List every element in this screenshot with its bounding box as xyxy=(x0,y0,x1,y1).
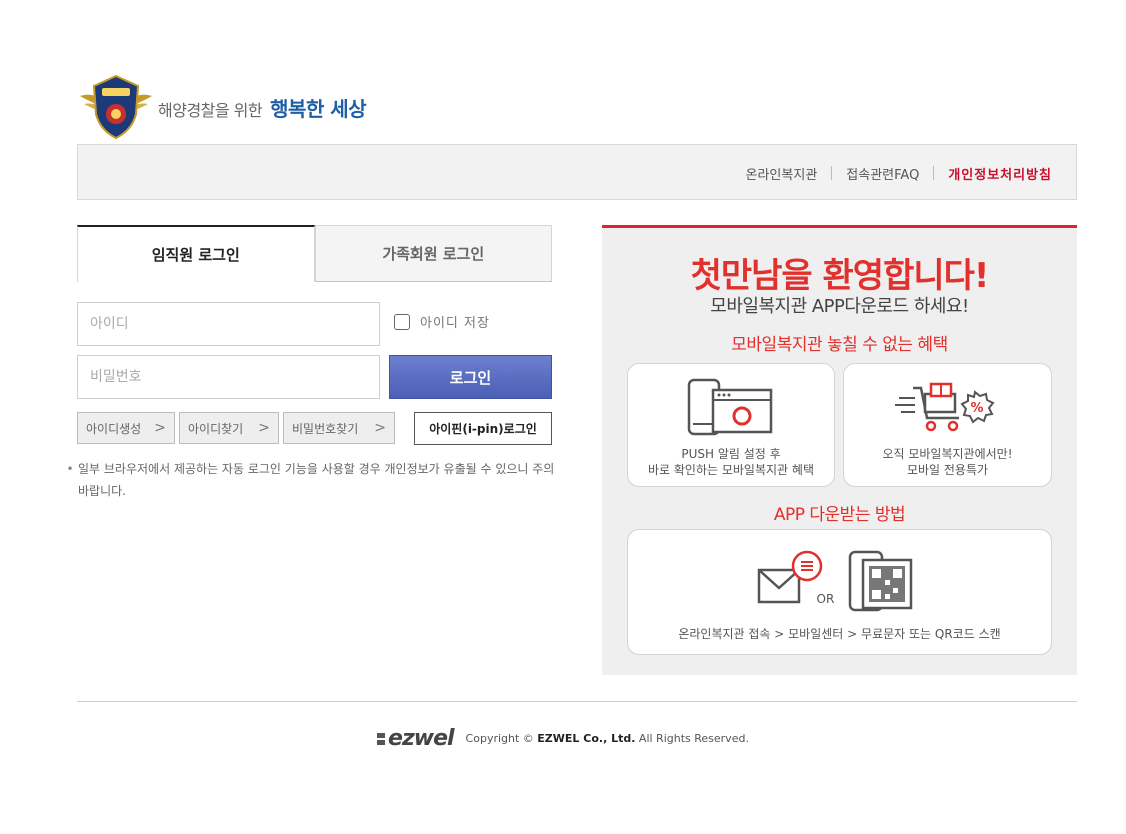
chevron-right-icon: > xyxy=(374,420,386,436)
push-benefit-card: PUSH 알림 설정 후 바로 확인하는 모바일복지관 혜택 xyxy=(627,363,835,487)
ezwel-logo: ezwel xyxy=(377,726,455,751)
find-id-label: 아이디찾기 xyxy=(188,421,244,436)
login-notice: • 일부 브라우저에서 제공하는 자동 로그인 기능을 사용할 경우 개인정보가… xyxy=(62,458,557,502)
nav-divider xyxy=(933,166,935,180)
price-card-text: 오직 모바일복지관에서만! 모바일 전용특가 xyxy=(844,446,1051,478)
top-bar: 온라인복지관 접속관련FAQ 개인정보처리방침 xyxy=(77,144,1077,200)
footer-divider xyxy=(77,701,1077,702)
push-card-line1: PUSH 알림 설정 후 xyxy=(681,447,781,461)
app-download-steps: 온라인복지관 접속 > 모바일센터 > 무료문자 또는 QR코드 스캔 xyxy=(678,627,1001,641)
bullet-icon: • xyxy=(66,462,74,476)
rights-text: All Rights Reserved. xyxy=(638,732,749,745)
app-download-icons: OR xyxy=(755,550,925,620)
save-id-checkbox[interactable] xyxy=(394,313,410,330)
price-card-line1: 오직 모바일복지관에서만! xyxy=(882,447,1013,461)
svg-text:%: % xyxy=(970,401,983,416)
tab-employee-login[interactable]: 임직원 로그인 xyxy=(77,225,315,282)
push-card-line2: 바로 확인하는 모바일복지관 혜택 xyxy=(647,463,814,477)
create-id-label: 아이디생성 xyxy=(86,421,142,436)
logo-title: 행복한 세상 xyxy=(270,96,367,121)
copyright-prefix: Copyright © xyxy=(465,732,534,745)
create-id-button[interactable]: 아이디생성 > xyxy=(77,412,175,444)
logo-subtitle: 해양경찰을 위한 xyxy=(158,101,263,120)
app-download-heading: APP 다운받는 방법 xyxy=(773,505,906,525)
password-input[interactable] xyxy=(77,355,380,399)
nav-faq[interactable]: 접속관련FAQ xyxy=(846,164,919,183)
special-price-card: % 오직 모바일복지관에서만! 모바일 전용특가 xyxy=(843,363,1052,487)
find-id-button[interactable]: 아이디찾기 > xyxy=(179,412,279,444)
promo-title: 첫만남을 환영합니다! xyxy=(690,256,990,296)
nav-privacy-policy[interactable]: 개인정보처리방침 xyxy=(948,164,1052,183)
find-password-label: 비밀번호찾기 xyxy=(292,421,359,436)
login-button[interactable]: 로그인 xyxy=(389,355,552,399)
footer: ezwel Copyright © EZWEL Co., Ltd. All Ri… xyxy=(0,726,1126,751)
copyright-text: Copyright © EZWEL Co., Ltd. All Rights R… xyxy=(466,732,749,745)
sms-message-icon xyxy=(757,550,912,612)
push-card-text: PUSH 알림 설정 후 바로 확인하는 모바일복지관 혜택 xyxy=(628,446,834,478)
ezwel-logo-text: ezwel xyxy=(388,726,455,751)
find-password-button[interactable]: 비밀번호찾기 > xyxy=(283,412,395,444)
chevron-right-icon: > xyxy=(154,420,166,436)
app-download-card: OR 온라인복지관 접속 > 모바일센터 > 무료문자 또는 QR코드 스캔 xyxy=(627,529,1052,655)
or-label: OR xyxy=(816,592,835,606)
save-id-toggle[interactable]: 아이디 저장 xyxy=(394,312,490,331)
save-id-label: 아이디 저장 xyxy=(420,316,490,331)
ezwel-logo-mark-icon xyxy=(377,732,386,746)
company-name: EZWEL Co., Ltd. xyxy=(537,732,636,745)
police-emblem-icon xyxy=(80,74,152,140)
account-help-buttons: 아이디생성 > 아이디찾기 > 비밀번호찾기 > xyxy=(77,412,399,444)
login-tabs: 임직원 로그인 가족회원 로그인 xyxy=(77,225,552,282)
top-nav: 온라인복지관 접속관련FAQ 개인정보처리방침 xyxy=(746,145,1052,201)
push-notification-icon xyxy=(687,378,773,436)
id-input[interactable] xyxy=(77,302,380,346)
price-card-line2: 모바일 전용특가 xyxy=(906,463,989,477)
chevron-right-icon: > xyxy=(258,420,270,436)
header-logo[interactable]: 해양경찰을 위한 행복한 세상 xyxy=(78,72,367,140)
tab-family-login[interactable]: 가족회원 로그인 xyxy=(314,225,552,282)
ipin-login-button[interactable]: 아이핀(i-pin)로그인 xyxy=(414,412,552,445)
cart-discount-icon: % xyxy=(894,382,995,432)
app-promo-panel: 첫만남을 환영합니다! 모바일복지관 APP다운로드 하세요! 모바일복지관 놓… xyxy=(602,225,1077,675)
nav-online-welfare[interactable]: 온라인복지관 xyxy=(746,164,818,183)
notice-text: 일부 브라우저에서 제공하는 자동 로그인 기능을 사용할 경우 개인정보가 유… xyxy=(78,462,555,498)
nav-divider xyxy=(831,166,833,180)
benefit-heading: 모바일복지관 놓칠 수 없는 혜택 xyxy=(731,335,948,355)
promo-subtitle: 모바일복지관 APP다운로드 하세요! xyxy=(710,296,969,317)
